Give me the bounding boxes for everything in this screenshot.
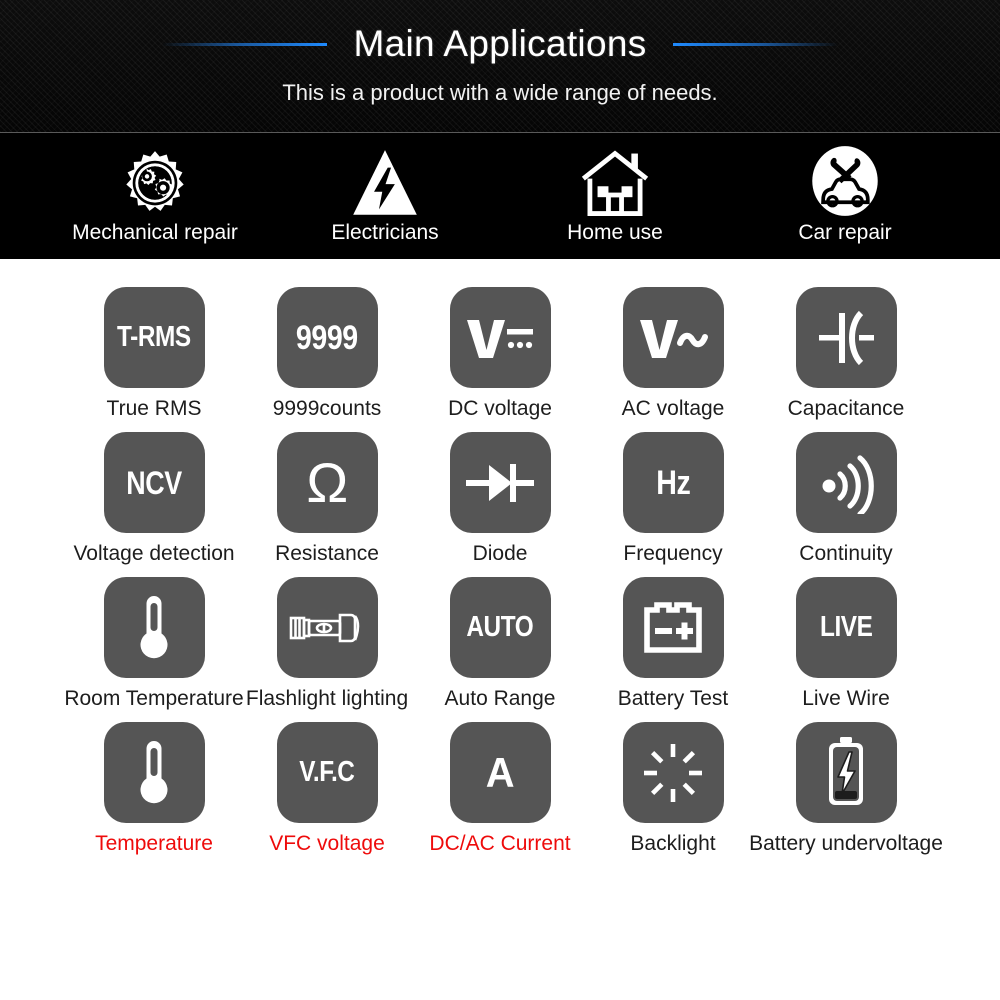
application-car-repair: Car repair — [745, 145, 945, 245]
feature-true-rms: T-RMS True RMS — [103, 287, 205, 421]
feature-label: 9999counts — [272, 397, 382, 420]
applications-band: Mechanical repair Electricians Home use … — [0, 133, 1000, 259]
feature-label: Room Temperature — [64, 687, 244, 710]
application-label: Car repair — [798, 221, 892, 244]
tile-symbol: A — [485, 748, 515, 796]
feature-row: Room Temperature Flashlight lighting AUT… — [0, 577, 1000, 711]
accent-line-left — [162, 42, 328, 46]
dc-voltage-icon — [449, 287, 551, 388]
feature-label: Resistance — [275, 542, 379, 565]
feature-dc-voltage: DC voltage — [448, 287, 552, 421]
tile-symbol: Ω — [306, 450, 348, 514]
battery-bolt-icon — [795, 722, 897, 823]
feature-room-temperature: Room Temperature — [64, 577, 244, 711]
ncv-text-icon: NCV — [103, 432, 205, 533]
feature-label: Auto Range — [444, 687, 556, 710]
flashlight-icon — [276, 577, 378, 678]
thermometer-icon — [103, 722, 205, 823]
feature-row: NCV Voltage detection Ω Resistance Diode — [0, 432, 1000, 566]
feature-live-wire: LIVE Live Wire — [795, 577, 897, 711]
feature-label: DC voltage — [448, 397, 552, 420]
gear-icon — [121, 145, 189, 217]
feature-temperature: Temperature — [95, 722, 213, 856]
feature-label: Backlight — [630, 832, 716, 855]
feature-auto-range: AUTO Auto Range — [445, 577, 555, 711]
application-electricians: Electricians — [285, 145, 485, 245]
feature-label: True RMS — [106, 397, 202, 420]
feature-dc-ac-current: A DC/AC Current — [429, 722, 571, 856]
feature-label: Capacitance — [787, 397, 905, 420]
accent-line-right — [672, 42, 838, 46]
feature-label: Flashlight lighting — [245, 687, 409, 710]
tile-symbol: T-RMS — [117, 321, 191, 353]
application-home-use: Home use — [515, 145, 715, 245]
feature-battery-undervoltage: Battery undervoltage — [749, 722, 943, 856]
application-label: Home use — [567, 221, 663, 244]
feature-label: Diode — [472, 542, 528, 565]
feature-resistance: Ω Resistance — [275, 432, 379, 566]
title-row: Main Applications — [0, 18, 1000, 70]
counts-text-icon: 9999 — [276, 287, 378, 388]
backlight-rays-icon — [622, 722, 724, 823]
feature-label: Continuity — [799, 542, 893, 565]
tile-symbol: Hz — [655, 463, 691, 502]
tile-symbol: V.F.C — [299, 756, 355, 788]
feature-voltage-detection: NCV Voltage detection — [73, 432, 235, 566]
car-repair-icon — [809, 145, 881, 217]
thermometer-icon — [103, 577, 205, 678]
t-rms-text-icon: T-RMS — [103, 287, 205, 388]
feature-row: T-RMS True RMS 9999 9999counts DC voltag… — [0, 287, 1000, 421]
continuity-buzzer-icon — [795, 432, 897, 533]
feature-label: DC/AC Current — [429, 832, 571, 855]
ampere-text-icon: A — [449, 722, 551, 823]
feature-grid: T-RMS True RMS 9999 9999counts DC voltag… — [0, 259, 1000, 856]
feature-label: AC voltage — [621, 397, 725, 420]
vfc-text-icon: V.F.C — [276, 722, 378, 823]
feature-label: Frequency — [623, 542, 723, 565]
ohm-icon: Ω — [276, 432, 378, 533]
tile-symbol: 9999 — [296, 318, 358, 357]
auto-text-icon: AUTO — [449, 577, 551, 678]
tile-symbol: LIVE — [819, 611, 873, 643]
feature-label: Voltage detection — [73, 542, 235, 565]
feature-label: Battery Test — [617, 687, 729, 710]
application-mechanical-repair: Mechanical repair — [55, 145, 255, 245]
tile-symbol: NCV — [126, 464, 182, 501]
feature-frequency: Hz Frequency — [622, 432, 724, 566]
house-icon — [579, 145, 651, 217]
page-header: Main Applications This is a product with… — [0, 0, 1000, 133]
feature-label: Temperature — [95, 832, 213, 855]
live-text-icon: LIVE — [795, 577, 897, 678]
feature-9999-counts: 9999 9999counts — [273, 287, 381, 421]
feature-label: Live Wire — [802, 687, 890, 710]
page-title: Main Applications — [353, 23, 647, 64]
page-subtitle: This is a product with a wide range of n… — [282, 80, 718, 105]
diode-icon — [449, 432, 551, 533]
tile-symbol: AUTO — [466, 611, 534, 643]
feature-row: Temperature V.F.C VFC voltage A DC/AC Cu… — [0, 722, 1000, 856]
feature-ac-voltage: AC voltage — [621, 287, 725, 421]
application-label: Electricians — [331, 221, 439, 244]
feature-diode: Diode — [449, 432, 551, 566]
high-voltage-triangle-icon — [352, 145, 418, 217]
feature-vfc-voltage: V.F.C VFC voltage — [269, 722, 385, 856]
feature-flashlight: Flashlight lighting — [246, 577, 408, 711]
feature-continuity: Continuity — [795, 432, 897, 566]
feature-capacitance: Capacitance — [788, 287, 904, 421]
capacitor-icon — [795, 287, 897, 388]
feature-label: Battery undervoltage — [749, 832, 943, 855]
hertz-text-icon: Hz — [622, 432, 724, 533]
application-label: Mechanical repair — [72, 221, 238, 244]
feature-label: VFC voltage — [269, 832, 385, 855]
car-battery-icon — [622, 577, 724, 678]
feature-battery-test: Battery Test — [618, 577, 728, 711]
feature-backlight: Backlight — [622, 722, 724, 856]
ac-voltage-icon — [622, 287, 724, 388]
